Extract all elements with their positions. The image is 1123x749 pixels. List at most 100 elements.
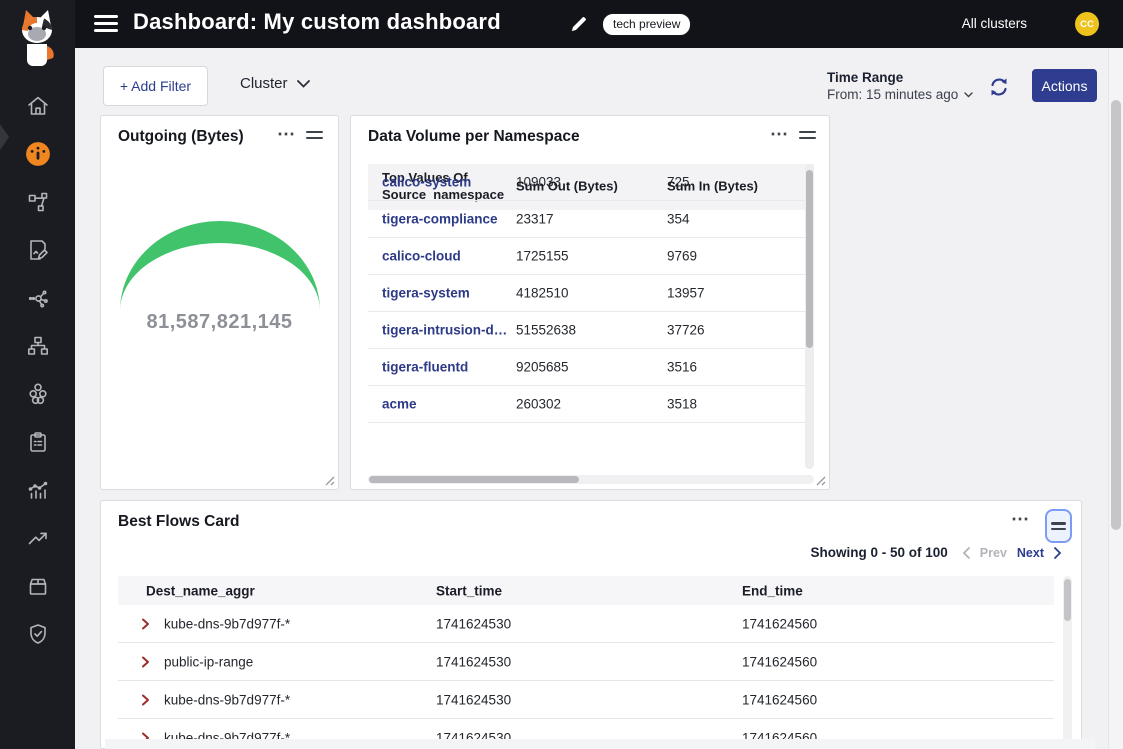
scrollbar-thumb[interactable] — [1064, 579, 1071, 621]
card-drag-handle-focused[interactable] — [1045, 509, 1072, 543]
refresh-icon[interactable] — [987, 75, 1011, 99]
sum-in-value: 13957 — [667, 286, 705, 301]
table-row: tigera-system 4182510 13957 — [368, 275, 805, 312]
sidebar-item-connections[interactable] — [0, 274, 75, 322]
service-graph-icon — [26, 190, 50, 214]
dest-name-value: public-ip-range — [164, 654, 253, 669]
table-row: calico-cloud 1725155 9769 — [368, 238, 805, 275]
sum-out-value: 260302 — [516, 397, 561, 412]
sidebar-item-home[interactable] — [0, 82, 75, 130]
sum-out-value: 4182510 — [516, 286, 569, 301]
card-drag-handle-icon[interactable] — [799, 131, 816, 143]
card-menu-dots-icon[interactable]: ⋯ — [770, 124, 789, 145]
add-filter-button[interactable]: + Add Filter — [103, 66, 208, 106]
sidebar-item-security[interactable] — [0, 610, 75, 658]
clipboard-icon — [26, 430, 50, 454]
sidebar-item-trends[interactable] — [0, 514, 75, 562]
time-range-label: Time Range — [827, 70, 973, 85]
expand-chevron-icon[interactable] — [138, 693, 152, 707]
sidebar — [0, 0, 75, 749]
package-icon — [26, 574, 50, 598]
best-flows-card: Best Flows Card ⋯ Showing 0 - 50 of 100 … — [100, 500, 1082, 749]
app-header: Dashboard: My custom dashboard tech prev… — [0, 0, 1123, 48]
scrollbar-thumb[interactable] — [806, 170, 813, 348]
chevron-left-icon[interactable] — [962, 547, 970, 559]
page-horizontal-scrollbar[interactable] — [105, 739, 1095, 749]
hamburger-menu-icon[interactable] — [94, 15, 118, 33]
cluster-selector[interactable]: All clusters — [962, 16, 1027, 31]
sum-in-value: 9769 — [667, 249, 697, 264]
time-range: Time Range From: 15 minutes ago — [827, 70, 973, 102]
best-flows-table-body: kube-dns-9b7d977f-* 1741624530 1741624560 p… — [118, 605, 1054, 749]
page-title: Dashboard: My custom dashboard — [133, 9, 501, 35]
table-row: tigera-fluentd92056853516 — [368, 349, 805, 386]
sidebar-item-workloads[interactable] — [0, 562, 75, 610]
card-title: Outgoing (Bytes) — [118, 128, 244, 146]
column-header[interactable]: Start_time — [436, 583, 502, 598]
table-horizontal-scrollbar — [368, 475, 814, 484]
namespace-link[interactable]: tigera-fluentd — [382, 360, 510, 375]
cluster-filter-dropdown[interactable]: Cluster — [240, 75, 310, 92]
hex-cluster-icon — [26, 382, 50, 406]
namespace-link[interactable]: acme — [382, 397, 510, 412]
gauge-chart — [117, 164, 323, 316]
sidebar-item-network[interactable] — [0, 322, 75, 370]
sum-out-value: 109033 — [516, 175, 561, 190]
card-menu-dots-icon[interactable]: ⋯ — [277, 124, 296, 145]
sidebar-item-dashboard[interactable] — [0, 130, 75, 178]
sum-in-value: 725 — [667, 175, 690, 190]
namespace-link[interactable]: tigera-system — [382, 286, 510, 301]
sidebar-item-clusters[interactable] — [0, 370, 75, 418]
main-content: + Add Filter Cluster Time Range From: 15… — [75, 48, 1123, 749]
card-drag-handle-icon[interactable] — [306, 131, 323, 143]
table-row: calico-system 109033 725 — [368, 164, 805, 201]
chevron-right-icon[interactable] — [1054, 547, 1062, 559]
namespace-link[interactable]: tigera-compliance — [382, 212, 510, 227]
time-range-from-value: From: 15 minutes ago — [827, 87, 958, 102]
namespace-link[interactable]: calico-system — [382, 175, 510, 190]
edit-pencil-icon[interactable] — [568, 13, 590, 35]
sum-in-value: 354 — [667, 212, 690, 227]
namespace-table: Top Values Of Source_namespace Sum Out (… — [368, 164, 814, 469]
dest-name-value: kube-dns-9b7d977f-* — [164, 692, 290, 707]
sum-out-value: 1725155 — [516, 249, 569, 264]
calico-cat-logo[interactable] — [13, 6, 61, 72]
table-row: tigera-compliance23317354 — [368, 201, 805, 238]
start-time-value: 1741624530 — [436, 616, 511, 631]
namespace-link[interactable]: tigera-intrusion-d… — [382, 323, 510, 338]
sidebar-item-reports[interactable] — [0, 466, 75, 514]
sidebar-item-policies[interactable] — [0, 226, 75, 274]
table-row: kube-dns-9b7d977f-*17416245301741624560 — [118, 681, 1054, 719]
expand-chevron-icon[interactable] — [138, 655, 152, 669]
sitemap-icon — [26, 334, 50, 358]
time-range-from-dropdown[interactable]: From: 15 minutes ago — [827, 87, 973, 102]
table-row: tigera-intrusion-d…5155263837726 — [368, 312, 805, 349]
page-vertical-scrollbar — [1108, 48, 1123, 749]
resize-grip-icon[interactable] — [815, 475, 826, 486]
column-header[interactable]: Dest_name_aggr — [146, 583, 255, 598]
sum-out-value: 51552638 — [516, 323, 576, 338]
table-vertical-scrollbar — [1063, 576, 1072, 749]
sum-in-value: 3516 — [667, 360, 697, 375]
scrollbar-thumb[interactable] — [1111, 100, 1121, 530]
namespace-link[interactable]: calico-cloud — [382, 249, 510, 264]
table-header-row: Dest_name_aggr Start_time End_time — [118, 576, 1054, 605]
home-icon — [26, 94, 50, 118]
sidebar-item-compliance[interactable] — [0, 418, 75, 466]
end-time-value: 1741624560 — [742, 616, 817, 631]
document-edit-icon — [26, 238, 50, 262]
card-menu-dots-icon[interactable]: ⋯ — [1011, 509, 1030, 530]
card-title: Data Volume per Namespace — [368, 128, 580, 146]
resize-grip-icon[interactable] — [324, 475, 335, 486]
expand-chevron-icon[interactable] — [138, 617, 152, 631]
actions-button[interactable]: Actions — [1032, 69, 1097, 102]
data-volume-table-body: calico-system109033725tigera-compliance2… — [368, 164, 814, 423]
avatar[interactable]: CC — [1075, 12, 1099, 36]
chevron-down-icon — [964, 92, 973, 98]
start-time-value: 1741624530 — [436, 692, 511, 707]
scrollbar-thumb[interactable] — [369, 476, 579, 483]
column-header[interactable]: End_time — [742, 583, 803, 598]
next-button[interactable]: Next — [1017, 546, 1044, 560]
prev-button[interactable]: Prev — [980, 546, 1007, 560]
sidebar-item-service-graph[interactable] — [0, 178, 75, 226]
